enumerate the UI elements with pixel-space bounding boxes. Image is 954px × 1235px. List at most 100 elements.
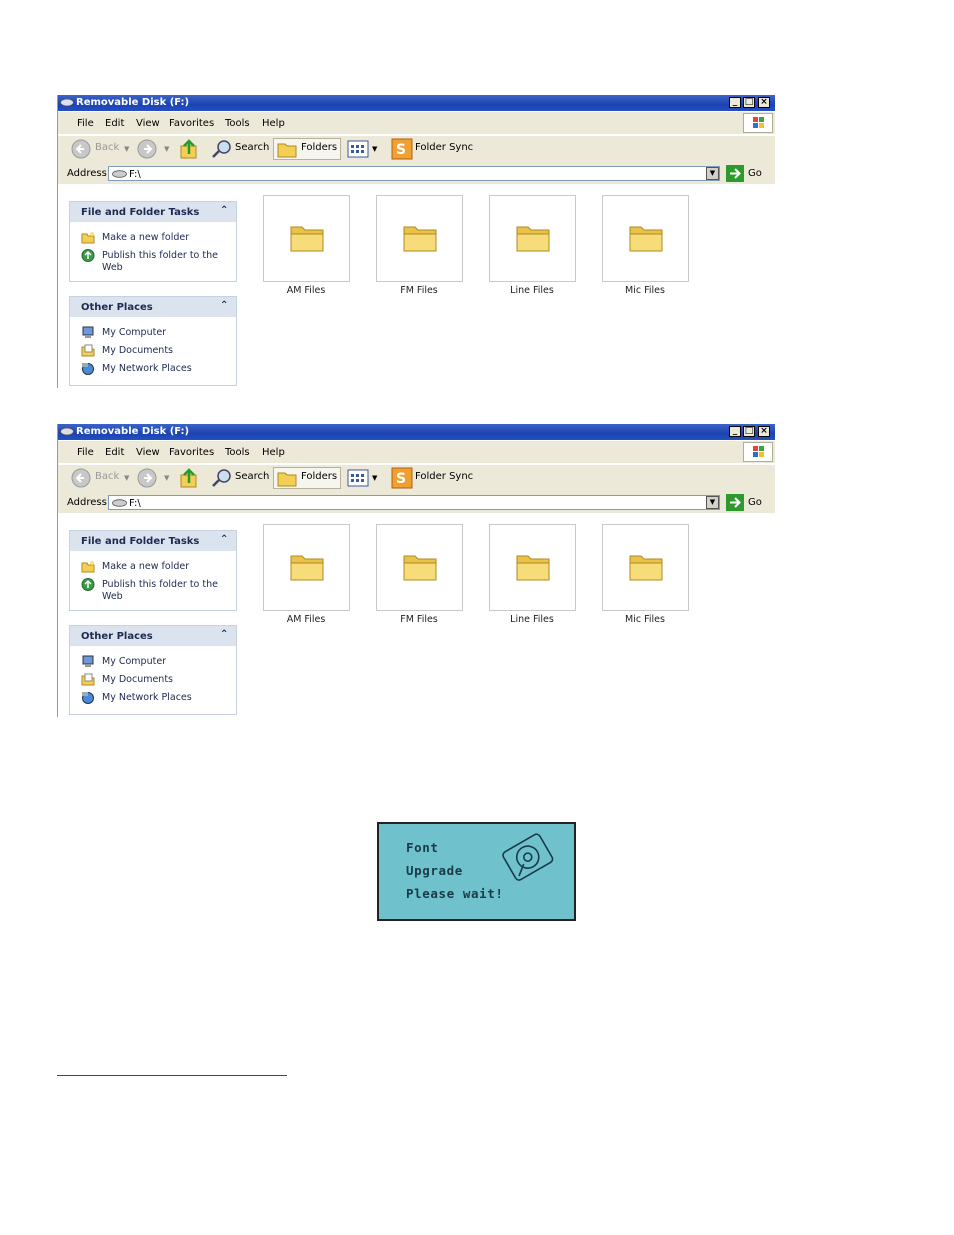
collapse-chevron-icon[interactable]: ⌃ — [220, 629, 228, 640]
task-label: Publish this folder to the Web — [102, 250, 218, 273]
back-button-label[interactable]: Back — [95, 471, 119, 482]
address-value: F:\ — [129, 498, 141, 509]
menu-help[interactable]: Help — [262, 447, 285, 458]
panel-title: Other Places — [81, 302, 153, 313]
collapse-chevron-icon[interactable]: ⌃ — [220, 300, 228, 311]
publish-web-icon — [81, 578, 95, 591]
hyperlink-underline[interactable] — [57, 1064, 287, 1076]
back-button-label[interactable]: Back — [95, 142, 119, 153]
drive-icon — [60, 98, 74, 107]
title-bar[interactable]: Removable Disk (F:) _ □ × — [58, 424, 775, 440]
windows-logo-icon — [743, 113, 773, 133]
address-input[interactable]: F:\ ▼ — [108, 166, 720, 181]
folder-label[interactable]: Mic Files — [595, 285, 695, 296]
menu-view[interactable]: View — [136, 447, 160, 458]
panel-title: File and Folder Tasks — [81, 536, 200, 547]
folder-label[interactable]: Line Files — [482, 614, 582, 625]
folder-sync-label[interactable]: Folder Sync — [415, 471, 473, 482]
folder-label[interactable]: AM Files — [256, 285, 356, 296]
folder-sync-icon[interactable]: S — [391, 138, 413, 160]
back-dropdown-icon[interactable]: ▼ — [124, 145, 129, 153]
views-dropdown-icon[interactable]: ▼ — [372, 145, 377, 153]
views-icon[interactable] — [347, 140, 369, 158]
folder-tile[interactable] — [376, 195, 463, 282]
panel-header[interactable]: File and Folder Tasks ⌃ — [70, 531, 236, 551]
folder-tile[interactable] — [263, 195, 350, 282]
menu-view[interactable]: View — [136, 118, 160, 129]
panel-header[interactable]: File and Folder Tasks ⌃ — [70, 202, 236, 222]
maximize-button[interactable]: □ — [743, 97, 755, 108]
folder-tile[interactable] — [602, 195, 689, 282]
close-button[interactable]: × — [758, 97, 770, 108]
forward-dropdown-icon[interactable]: ▼ — [164, 474, 169, 482]
folder-tile[interactable] — [602, 524, 689, 611]
folder-tile[interactable] — [376, 524, 463, 611]
search-icon[interactable] — [211, 139, 233, 159]
go-button[interactable]: Go — [726, 165, 772, 182]
computer-icon — [82, 326, 94, 338]
folder-label[interactable]: AM Files — [256, 614, 356, 625]
forward-dropdown-icon[interactable]: ▼ — [164, 145, 169, 153]
up-folder-icon[interactable] — [179, 467, 199, 489]
maximize-button[interactable]: □ — [743, 426, 755, 437]
menu-tools[interactable]: Tools — [225, 118, 250, 129]
views-dropdown-icon[interactable]: ▼ — [372, 474, 377, 482]
drive-icon — [112, 170, 127, 178]
back-arrow-icon[interactable] — [71, 139, 91, 159]
panel-header[interactable]: Other Places ⌃ — [70, 626, 236, 646]
menu-file[interactable]: File — [77, 118, 94, 129]
go-button-label: Go — [748, 168, 762, 179]
window-title: Removable Disk (F:) — [76, 426, 190, 437]
menu-favorites[interactable]: Favorites — [169, 118, 214, 129]
menu-edit[interactable]: Edit — [105, 118, 124, 129]
menu-favorites[interactable]: Favorites — [169, 447, 214, 458]
svg-text:S: S — [396, 142, 406, 158]
minimize-button[interactable]: _ — [729, 97, 741, 108]
folder-tile[interactable] — [489, 195, 576, 282]
go-button[interactable]: Go — [726, 494, 772, 511]
search-button-label[interactable]: Search — [235, 142, 269, 153]
back-arrow-icon[interactable] — [71, 468, 91, 488]
folder-icon — [403, 226, 437, 252]
svg-text:S: S — [396, 471, 406, 487]
other-places-panel: Other Places ⌃ My Computer My Documents … — [69, 296, 237, 386]
place-label: My Network Places — [102, 692, 192, 703]
search-button-label[interactable]: Search — [235, 471, 269, 482]
back-dropdown-icon[interactable]: ▼ — [124, 474, 129, 482]
search-icon[interactable] — [211, 468, 233, 488]
address-bar: Address F:\ ▼ Go — [58, 163, 775, 184]
window-title: Removable Disk (F:) — [76, 97, 190, 108]
menu-bar: File Edit View Favorites Tools Help — [58, 441, 775, 463]
address-input[interactable]: F:\ ▼ — [108, 495, 720, 510]
folder-tile[interactable] — [489, 524, 576, 611]
folder-label[interactable]: Line Files — [482, 285, 582, 296]
panel-header[interactable]: Other Places ⌃ — [70, 297, 236, 317]
title-bar[interactable]: Removable Disk (F:) _ □ × — [58, 95, 775, 111]
windows-logo-icon — [743, 442, 773, 462]
folder-label[interactable]: Mic Files — [595, 614, 695, 625]
computer-icon — [82, 655, 94, 667]
menu-file[interactable]: File — [77, 447, 94, 458]
collapse-chevron-icon[interactable]: ⌃ — [220, 205, 228, 216]
up-folder-icon[interactable] — [179, 138, 199, 160]
minimize-button[interactable]: _ — [729, 426, 741, 437]
folder-sync-icon[interactable]: S — [391, 467, 413, 489]
place-label: My Computer — [102, 327, 167, 338]
views-icon[interactable] — [347, 469, 369, 487]
place-label: My Computer — [102, 656, 167, 667]
folder-icon — [629, 226, 663, 252]
folder-label[interactable]: FM Files — [369, 285, 469, 296]
address-dropdown-icon[interactable]: ▼ — [706, 496, 719, 509]
menu-edit[interactable]: Edit — [105, 447, 124, 458]
folder-tile[interactable] — [263, 524, 350, 611]
folder-sync-label[interactable]: Folder Sync — [415, 142, 473, 153]
close-button[interactable]: × — [758, 426, 770, 437]
menu-help[interactable]: Help — [262, 118, 285, 129]
address-dropdown-icon[interactable]: ▼ — [706, 167, 719, 180]
menu-tools[interactable]: Tools — [225, 447, 250, 458]
toolbar: Back ▼ ▼ Search Folders ▼ S Folder Sync — [58, 464, 775, 492]
forward-arrow-icon[interactable] — [137, 139, 157, 159]
folder-label[interactable]: FM Files — [369, 614, 469, 625]
collapse-chevron-icon[interactable]: ⌃ — [220, 534, 228, 545]
forward-arrow-icon[interactable] — [137, 468, 157, 488]
